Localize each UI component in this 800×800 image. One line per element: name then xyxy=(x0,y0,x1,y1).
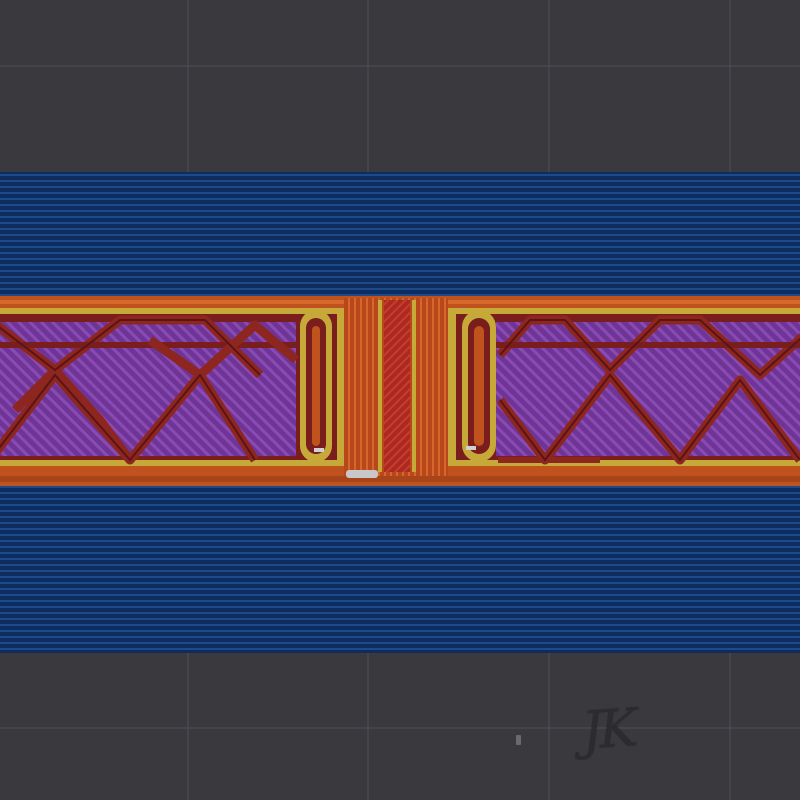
solid-infill-top xyxy=(0,172,800,300)
gap-fill-seam xyxy=(346,470,378,478)
right-cell xyxy=(448,308,800,466)
gcode-viewer[interactable]: JK xyxy=(0,0,800,800)
travel-marker-icon xyxy=(516,735,521,745)
watermark-logo: JK xyxy=(580,698,636,762)
print-bed-viewport[interactable] xyxy=(0,0,800,800)
solid-infill-bottom xyxy=(0,480,800,653)
center-joint xyxy=(344,298,448,478)
left-cell xyxy=(0,308,345,466)
